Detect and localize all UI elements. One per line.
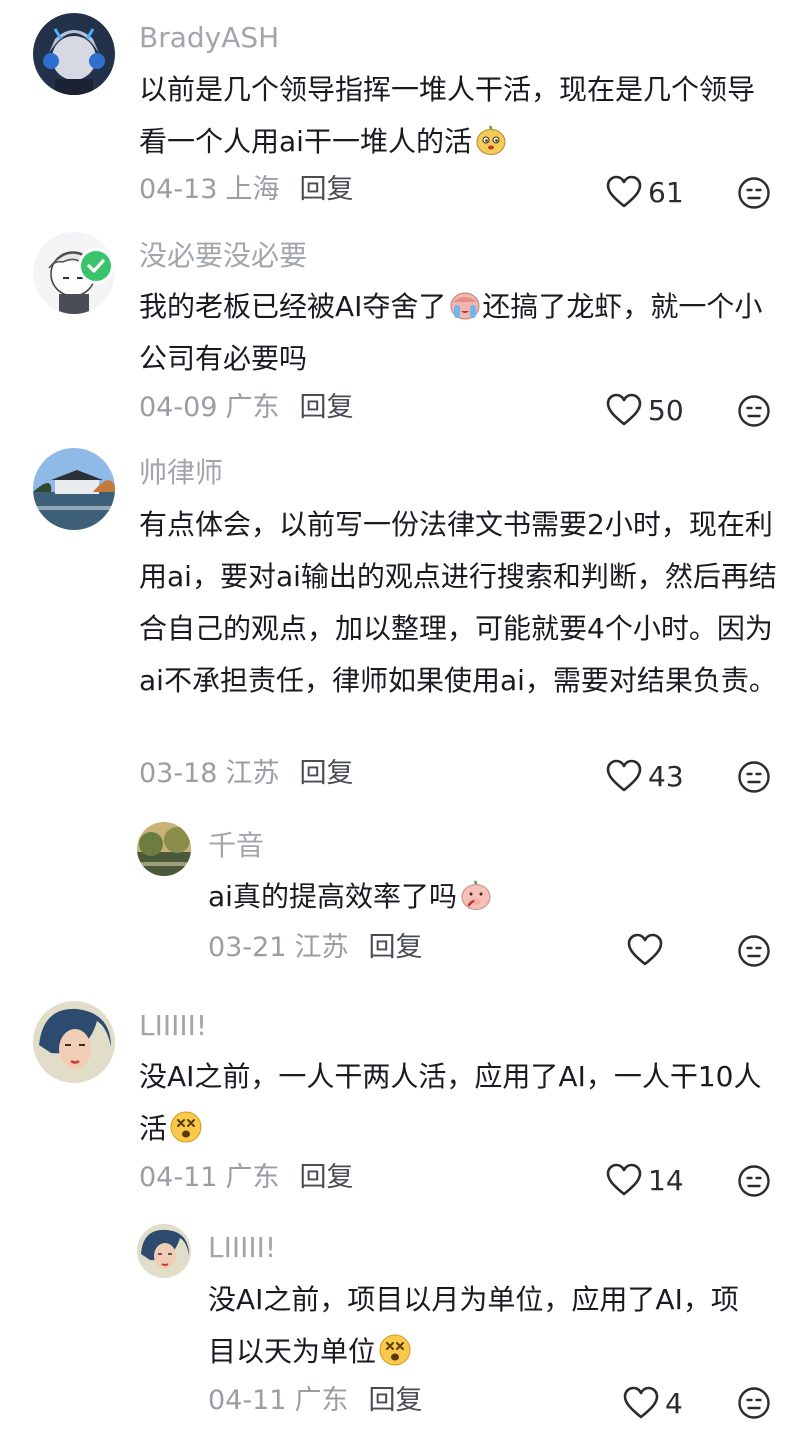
like-count: 61 <box>648 175 684 209</box>
like-count: 14 <box>648 1163 684 1197</box>
avatar[interactable] <box>137 1224 191 1278</box>
comment-text: 没AI之前，一人干两人活，应用了AI，一人干10人活 <box>139 1060 762 1145</box>
dizzy-emoji-icon <box>378 1333 412 1367</box>
comment-meta: 03-21 江苏 回复 <box>208 930 422 966</box>
crying-emoji-icon <box>448 288 482 322</box>
comment-date: 03-21 <box>208 932 287 963</box>
like-button[interactable]: 14 <box>606 1160 684 1200</box>
meh-face-icon <box>737 394 771 428</box>
dislike-button[interactable] <box>737 1386 771 1420</box>
comment-date: 03-18 <box>139 758 218 789</box>
avatar[interactable] <box>33 1001 115 1083</box>
reply-button[interactable]: 回复 <box>299 758 353 789</box>
avatar[interactable] <box>33 13 115 95</box>
comment-location: 江苏 <box>225 758 280 789</box>
comment-date: 04-09 <box>139 392 218 423</box>
comment-location: 广东 <box>225 392 280 423</box>
comment-meta: 03-18 江苏 回复 <box>139 756 353 792</box>
comment-location: 江苏 <box>294 932 349 963</box>
dislike-button[interactable] <box>737 1164 771 1198</box>
verified-badge-icon <box>78 248 114 284</box>
username[interactable]: LIIIII! <box>139 1008 207 1044</box>
username[interactable]: 千音 <box>208 828 264 864</box>
like-button[interactable]: 61 <box>606 172 684 212</box>
reply-button[interactable]: 回复 <box>299 174 353 205</box>
like-button[interactable]: 43 <box>606 756 684 796</box>
like-button[interactable]: 4 <box>623 1383 683 1423</box>
comment-meta: 04-11 广东 回复 <box>208 1383 422 1419</box>
avatar[interactable] <box>33 448 115 530</box>
comment-meta: 04-13 上海 回复 <box>139 172 353 208</box>
dislike-button[interactable] <box>737 760 771 794</box>
reply-button[interactable]: 回复 <box>368 1385 422 1416</box>
dislike-button[interactable] <box>737 176 771 210</box>
heart-icon <box>606 175 642 209</box>
like-count: 43 <box>648 759 684 793</box>
comment-meta: 04-09 广东 回复 <box>139 390 353 426</box>
smirk-emoji-icon <box>474 123 508 157</box>
meh-face-icon <box>737 934 771 968</box>
comment-location: 广东 <box>294 1385 349 1416</box>
username[interactable]: 没必要没必要 <box>139 238 307 274</box>
heart-icon <box>606 759 642 793</box>
comment-text: 没AI之前，项目以月为单位，应用了AI，项目以天为单位 <box>208 1283 739 1368</box>
comment-location: 广东 <box>225 1162 280 1193</box>
comment-text: 有点体会，以前写一份法律文书需要2小时，现在利用ai，要对ai输出的观点进行搜索… <box>139 508 777 697</box>
comment-text: ai真的提高效率了吗 <box>208 871 768 923</box>
comment-meta: 04-11 广东 回复 <box>139 1160 353 1196</box>
reply-button[interactable]: 回复 <box>299 392 353 423</box>
heart-icon <box>606 393 642 427</box>
meh-face-icon <box>737 1386 771 1420</box>
dislike-button[interactable] <box>737 934 771 968</box>
thinking-emoji-icon <box>459 878 493 912</box>
comment-date: 04-11 <box>139 1162 218 1193</box>
like-count: 4 <box>665 1386 683 1420</box>
heart-icon <box>627 933 663 967</box>
dislike-button[interactable] <box>737 394 771 428</box>
username[interactable]: 帅律师 <box>139 455 223 491</box>
username[interactable]: BradyASH <box>139 20 279 56</box>
comment-date: 04-13 <box>139 174 218 205</box>
heart-icon <box>606 1163 642 1197</box>
reply-button[interactable]: 回复 <box>368 932 422 963</box>
comment-text: 以前是几个领导指挥一堆人干活，现在是几个领导看一个人用ai干一堆人的活 <box>139 73 756 158</box>
heart-icon <box>623 1386 659 1420</box>
meh-face-icon <box>737 760 771 794</box>
avatar[interactable] <box>137 822 191 876</box>
meh-face-icon <box>737 1164 771 1198</box>
like-button[interactable]: 50 <box>606 390 684 430</box>
username[interactable]: LIIIII! <box>208 1230 276 1266</box>
dizzy-emoji-icon <box>169 1110 203 1144</box>
reply-button[interactable]: 回复 <box>299 1162 353 1193</box>
comment-location: 上海 <box>225 174 280 205</box>
comment-text: 我的老板已经被AI夺舍了 还搞了龙虾，就一个小公司有必要吗 <box>139 288 763 375</box>
comment-date: 04-11 <box>208 1385 287 1416</box>
meh-face-icon <box>737 176 771 210</box>
like-button[interactable] <box>627 930 669 970</box>
like-count: 50 <box>648 393 684 427</box>
